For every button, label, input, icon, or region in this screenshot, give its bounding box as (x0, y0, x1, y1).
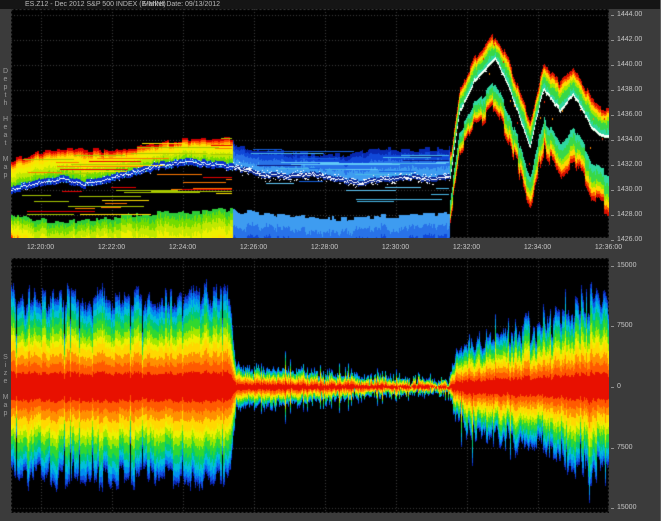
axis-tick-mark (611, 508, 614, 509)
time-tick-label: 12:36:00 (595, 244, 622, 251)
time-tick-label: 12:32:00 (453, 244, 480, 251)
axis-tick-mark (611, 190, 614, 191)
size-tick-label: 15000 (617, 262, 636, 269)
depth-heat-map-canvas[interactable] (11, 9, 609, 238)
price-tick-label: 1430.00 (617, 186, 642, 193)
axis-tick-mark (611, 65, 614, 66)
price-tick-label: 1442.00 (617, 36, 642, 43)
axis-tick-mark (611, 40, 614, 41)
axis-tick-mark (611, 90, 614, 91)
price-tick-label: 1436.00 (617, 111, 642, 118)
panel-label-word: Depth (3, 68, 8, 108)
axis-tick-mark (611, 140, 614, 141)
axis-tick-mark (611, 448, 614, 449)
axis-tick-mark (611, 326, 614, 327)
panel-label-word: Heat (3, 116, 8, 148)
panel-label-word: Map (3, 394, 9, 418)
panel-label-word: Size (3, 354, 8, 386)
depth-panel-label: Depth Heat Map (0, 9, 11, 238)
price-tick-label: 1428.00 (617, 211, 642, 218)
axis-tick-mark (611, 165, 614, 166)
price-tick-label: 1434.00 (617, 136, 642, 143)
time-tick-label: 12:30:00 (382, 244, 409, 251)
time-tick-label: 12:24:00 (169, 244, 196, 251)
size-tick-label: 0 (617, 383, 621, 390)
size-map-canvas[interactable] (11, 258, 609, 513)
time-tick-label: 12:26:00 (240, 244, 267, 251)
size-tick-label: 7500 (617, 444, 633, 451)
depth-map-window: ES.Z12 - Dec 2012 S&P 500 INDEX (E-MINI)… (0, 0, 661, 521)
axis-tick-mark (611, 266, 614, 267)
axis-tick-mark (611, 15, 614, 16)
time-tick-label: 12:34:00 (524, 244, 551, 251)
price-tick-label: 1440.00 (617, 61, 642, 68)
price-tick-label: 1438.00 (617, 86, 642, 93)
price-tick-label: 1432.00 (617, 161, 642, 168)
title-bar: ES.Z12 - Dec 2012 S&P 500 INDEX (E-MINI)… (0, 0, 661, 9)
axis-tick-mark (611, 240, 614, 241)
price-tick-label: 1426.00 (617, 236, 642, 243)
size-tick-label: 7500 (617, 322, 633, 329)
price-tick-label: 1444.00 (617, 11, 642, 18)
axis-tick-mark (611, 115, 614, 116)
size-tick-label: 15000 (617, 504, 636, 511)
time-tick-label: 12:22:00 (98, 244, 125, 251)
time-tick-label: 12:20:00 (27, 244, 54, 251)
axis-tick-mark (611, 387, 614, 388)
size-panel-label: Size Map (0, 258, 11, 513)
panel-label-word: Map (3, 156, 9, 180)
time-tick-label: 12:28:00 (311, 244, 338, 251)
axis-tick-mark (611, 215, 614, 216)
market-date: Market Date: 09/13/2012 (143, 0, 220, 9)
